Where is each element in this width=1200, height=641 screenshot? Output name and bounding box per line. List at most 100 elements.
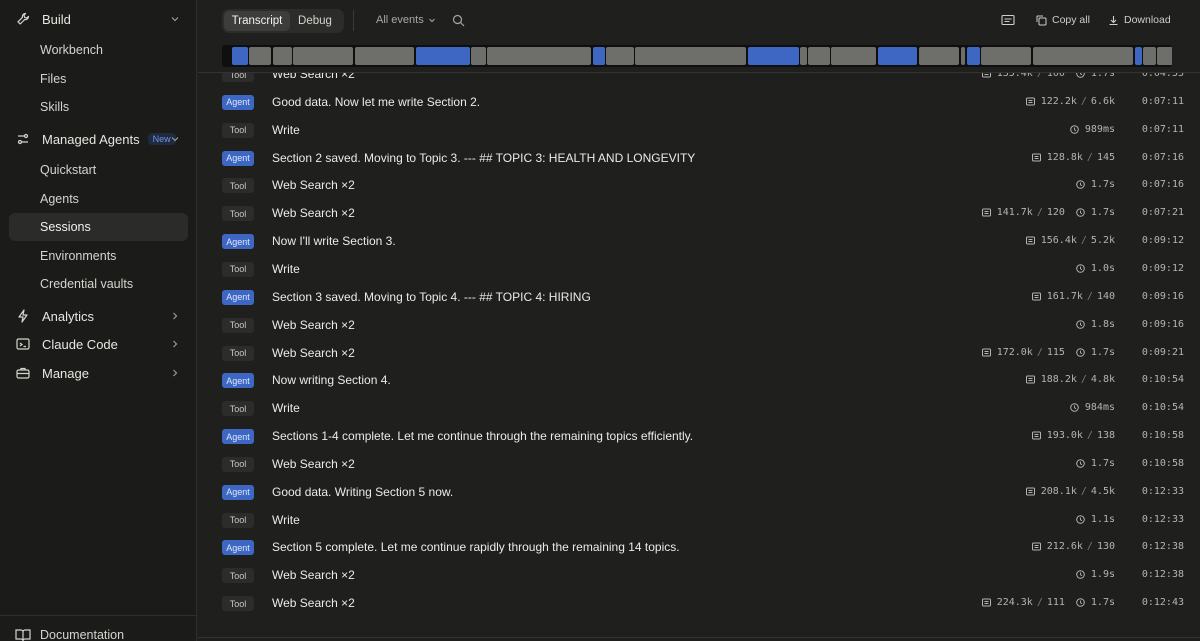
- chevron-right-icon: [173, 340, 178, 348]
- event-row[interactable]: Agent Good data. Now let me write Section…: [198, 88, 1200, 116]
- event-metrics: 161.7k/140: [1031, 291, 1115, 302]
- timeline-tool-segment[interactable]: [808, 47, 830, 65]
- timeline-tool-segment[interactable]: [249, 47, 271, 65]
- clock-icon: [1076, 459, 1085, 468]
- agent-badge: Agent: [222, 373, 254, 389]
- event-row[interactable]: Tool Web Search ×2 1.7s 0:10:58: [198, 450, 1200, 478]
- event-timestamp: 0:12:43: [1141, 597, 1184, 609]
- tool-badge: Tool: [222, 456, 254, 472]
- event-row[interactable]: Agent Sections 1-4 complete. Let me conti…: [198, 422, 1200, 450]
- nav-group-analytics[interactable]: Analytics: [9, 302, 188, 330]
- tokens-in: 212.6k: [1046, 541, 1083, 553]
- sidebar-item-credential-vaults[interactable]: Credential vaults: [9, 270, 188, 298]
- duration: 1.7s: [1090, 72, 1115, 79]
- tokens-out: 6.6k: [1090, 95, 1115, 107]
- event-row[interactable]: Tool Web Search ×2 172.0k/115 1.7s 0:09:21: [198, 339, 1200, 367]
- event-row[interactable]: Tool Web Search ×2 224.3k/111 1.7s 0:12:43: [198, 589, 1200, 617]
- sidebar-item-sessions[interactable]: Sessions: [9, 213, 188, 241]
- event-row[interactable]: Tool Web Search ×2 1.7s 0:07:16: [198, 171, 1200, 199]
- copy-all-button[interactable]: Copy all: [1036, 14, 1090, 26]
- timeline-tool-segment[interactable]: [1033, 47, 1133, 65]
- timeline-tool-segment[interactable]: [981, 47, 1031, 65]
- sidebar-item-environments[interactable]: Environments: [9, 242, 188, 270]
- event-row[interactable]: Agent Now writing Section 4. 188.2k/4.8k 0:…: [198, 366, 1200, 394]
- event-timestamp: 0:10:54: [1141, 374, 1184, 386]
- sidebar-divider: [0, 615, 197, 616]
- timeline-tool-segment[interactable]: [606, 47, 634, 65]
- tab-transcript[interactable]: Transcript: [224, 11, 290, 31]
- timeline-tool-segment[interactable]: [293, 47, 353, 65]
- token-separator: /: [1086, 151, 1093, 163]
- event-text: Now writing Section 4.: [272, 373, 391, 388]
- timeline-tool-segment[interactable]: [961, 47, 965, 65]
- sidebar-item-agents[interactable]: Agents: [9, 185, 188, 213]
- event-row[interactable]: Agent Good data. Writing Section 5 now. 20…: [198, 478, 1200, 506]
- timeline-tool-segment[interactable]: [1157, 47, 1172, 65]
- tool-badge: Tool: [222, 568, 254, 584]
- nav-group-managed-agents[interactable]: Managed Agents New: [9, 125, 188, 153]
- event-row[interactable]: Tool Web Search ×2 1.9s 0:12:38: [198, 561, 1200, 589]
- timeline-tool-segment[interactable]: [1143, 47, 1156, 65]
- timeline-tool-segment[interactable]: [273, 47, 292, 65]
- briefcase-icon: [15, 365, 31, 381]
- timeline-tool-segment[interactable]: [831, 47, 876, 65]
- tokens-out: 5.2k: [1090, 235, 1115, 247]
- event-row[interactable]: Tool Web Search ×2 135.4k/100 1.7s 0:04:55: [198, 72, 1200, 88]
- timeline-tool-segment[interactable]: [635, 47, 746, 65]
- clock-icon: [1076, 180, 1085, 190]
- timeline-agent-segment[interactable]: [967, 47, 980, 65]
- clock-icon: [1076, 598, 1085, 607]
- event-row[interactable]: Agent Section 5 complete. Let me continue…: [198, 533, 1200, 561]
- token-separator: /: [1086, 430, 1093, 442]
- tab-debug[interactable]: Debug: [290, 11, 340, 31]
- duration: 984ms: [1084, 402, 1115, 414]
- event-row[interactable]: Tool Write 1.1s 0:12:33: [198, 506, 1200, 534]
- timeline-tool-segment[interactable]: [919, 47, 959, 65]
- event-row[interactable]: Agent Now I'll write Section 3. 156.4k/5.2…: [198, 227, 1200, 255]
- download-icon: [1109, 15, 1118, 25]
- tokens-in: 208.1k: [1040, 485, 1077, 497]
- event-filter-dropdown[interactable]: All events: [376, 14, 436, 26]
- tool-badge: Tool: [222, 122, 254, 138]
- timeline-tool-segment[interactable]: [487, 47, 591, 65]
- tokens-in: 141.7k: [996, 207, 1033, 219]
- sidebar-item-files[interactable]: Files: [9, 65, 188, 93]
- timeline-agent-segment[interactable]: [878, 47, 917, 65]
- token-icon: [981, 348, 991, 357]
- event-timestamp: 0:09:12: [1141, 262, 1184, 274]
- event-metrics: 193.0k/138: [1031, 430, 1115, 442]
- tokens-in: 193.0k: [1046, 430, 1083, 442]
- event-row[interactable]: Tool Web Search ×2 1.8s 0:09:16: [198, 311, 1200, 339]
- tokens-out: 115: [1046, 346, 1065, 358]
- event-row[interactable]: Tool Web Search ×2 141.7k/120 1.7s 0:07:21: [198, 199, 1200, 227]
- session-timeline[interactable]: [222, 45, 1172, 67]
- sidebar-item-workbench[interactable]: Workbench: [9, 36, 188, 64]
- timeline-tool-segment[interactable]: [471, 47, 486, 65]
- timeline-tool-segment[interactable]: [800, 47, 807, 65]
- nav-group-label: Managed Agents: [42, 131, 140, 147]
- download-button[interactable]: Download: [1108, 14, 1171, 26]
- timeline-agent-segment[interactable]: [416, 47, 470, 65]
- nav-group-label: Analytics: [42, 308, 95, 324]
- timeline-agent-segment[interactable]: [232, 47, 248, 65]
- event-row[interactable]: Tool Write 1.0s 0:09:12: [198, 255, 1200, 283]
- event-row[interactable]: Agent Section 3 saved. Moving to Topic 4.…: [198, 283, 1200, 311]
- sidebar-item-quickstart[interactable]: Quickstart: [9, 156, 188, 184]
- event-row[interactable]: Agent Section 2 saved. Moving to Topic 3.…: [198, 144, 1200, 172]
- documentation-link[interactable]: Documentation: [15, 628, 124, 641]
- nav-group-claude-code[interactable]: Claude Code: [9, 330, 188, 358]
- search-icon[interactable]: [452, 14, 465, 27]
- timeline-tool-segment[interactable]: [355, 47, 414, 65]
- event-row[interactable]: Tool Write 989ms 0:07:11: [198, 116, 1200, 144]
- event-row[interactable]: Tool Write 984ms 0:10:54: [198, 394, 1200, 422]
- tokens-in: 128.8k: [1046, 151, 1083, 163]
- sidebar-item-skills[interactable]: Skills: [9, 93, 188, 121]
- timeline-agent-segment[interactable]: [593, 47, 605, 65]
- view-mode-button[interactable]: [1001, 14, 1020, 26]
- event-text: Web Search ×2: [272, 206, 355, 221]
- timeline-agent-segment[interactable]: [748, 47, 799, 65]
- nav-group-manage[interactable]: Manage: [9, 359, 188, 387]
- nav-group-build[interactable]: Build: [9, 5, 188, 33]
- tool-badge: Tool: [222, 596, 254, 612]
- timeline-agent-segment[interactable]: [1135, 47, 1142, 65]
